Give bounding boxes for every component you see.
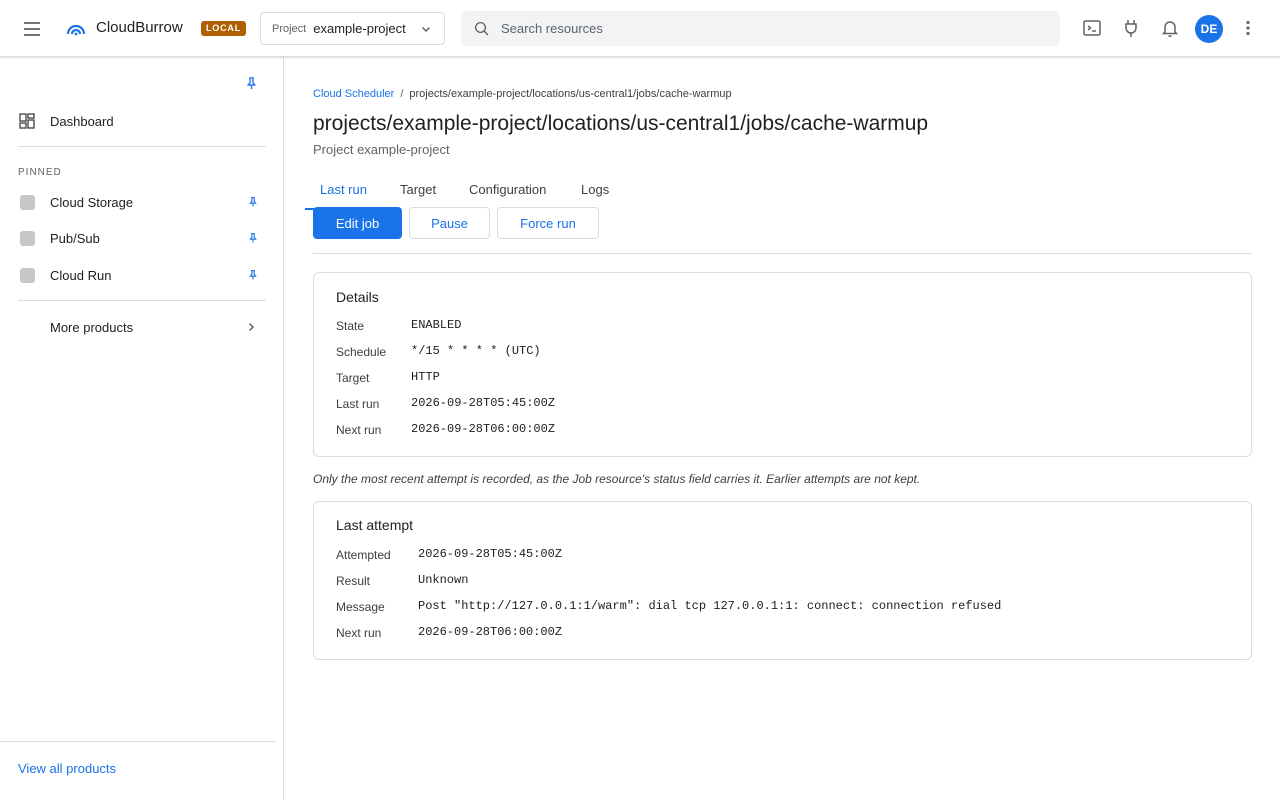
sidebar-item-cloud-storage[interactable]: Cloud Storage	[0, 187, 284, 217]
product-icon	[20, 267, 35, 283]
sidebar-item-label: Dashboard	[50, 113, 114, 129]
pin-icon[interactable]	[247, 232, 259, 244]
tab-logs[interactable]: Logs	[581, 182, 609, 197]
sidebar-item-label: Pub/Sub	[50, 230, 100, 246]
attempt-value: Unknown	[418, 573, 469, 587]
chevron-down-icon	[421, 26, 431, 33]
menu-icon[interactable]	[20, 17, 44, 41]
detail-key: State	[336, 319, 365, 333]
bell-icon[interactable]	[1159, 17, 1181, 39]
breadcrumb: Cloud Scheduler / projects/example-project…	[313, 88, 732, 100]
tab-configuration[interactable]: Configuration	[469, 182, 546, 197]
pin-icon[interactable]	[247, 196, 259, 208]
top-bar: CloudBurrow LOCAL Project example-projec…	[0, 0, 1280, 57]
chevron-right-icon	[248, 322, 255, 332]
sidebar: Dashboard PINNED Cloud Storage Pub/Sub C…	[0, 57, 284, 800]
edit-job-button[interactable]: Edit job	[313, 207, 402, 239]
sidebar-item-label: Cloud Run	[50, 267, 112, 283]
page-title: projects/example-project/locations/us-ce…	[313, 112, 929, 135]
plug-icon[interactable]	[1120, 17, 1142, 39]
detail-value: HTTP	[411, 370, 440, 384]
env-badge: LOCAL	[201, 21, 246, 36]
product-icon	[20, 230, 35, 246]
detail-value: 2026-09-28T06:00:00Z	[411, 422, 556, 436]
breadcrumb-current: projects/example-project/locations/us-ce…	[409, 88, 732, 100]
logo-icon	[66, 24, 86, 36]
pinned-heading: PINNED	[18, 167, 62, 178]
sidebar-item-pubsub[interactable]: Pub/Sub	[0, 223, 284, 253]
breadcrumb-separator: /	[400, 88, 404, 100]
attempt-value: Post "http://127.0.0.1:1/warm": dial tcp…	[418, 599, 1002, 613]
search-bar	[461, 11, 1060, 46]
last-attempt-heading: Last attempt	[336, 517, 414, 533]
last-attempt-card: Last attempt Attempted 2026-09-28T05:45:…	[313, 501, 1252, 660]
attempt-key: Attempted	[336, 548, 391, 562]
attempt-key: Result	[336, 574, 371, 588]
breadcrumb-cloud-scheduler[interactable]: Cloud Scheduler	[313, 88, 394, 100]
attempt-key: Message	[336, 600, 385, 614]
project-picker[interactable]: Project example-project	[260, 12, 445, 45]
view-all-section: View all products	[0, 741, 276, 800]
detail-value: ENABLED	[411, 318, 462, 332]
terminal-icon[interactable]	[1081, 17, 1103, 39]
attempt-value: 2026-09-28T06:00:00Z	[418, 625, 563, 639]
pin-icon[interactable]	[247, 269, 259, 281]
sidebar-divider	[18, 146, 266, 147]
view-all-products-link[interactable]: View all products	[18, 761, 116, 776]
project-picker-label: Project	[272, 22, 307, 35]
sidebar-item-cloud-run[interactable]: Cloud Run	[0, 260, 284, 290]
detail-key: Last run	[336, 397, 380, 411]
attempt-value: 2026-09-28T05:45:00Z	[418, 547, 563, 561]
detail-value: */15 * * * * (UTC)	[411, 344, 541, 358]
pin-icon[interactable]	[244, 76, 259, 91]
page-subtitle: Project example-project	[313, 142, 450, 157]
tab-last-run[interactable]: Last run	[320, 182, 367, 197]
attempt-key: Next run	[336, 626, 382, 640]
search-icon	[474, 21, 489, 35]
details-card: Details State ENABLED Schedule */15 * * …	[313, 272, 1252, 457]
attempt-note: Only the most recent attempt is recorded…	[313, 472, 921, 486]
user-avatar[interactable]: DE	[1195, 15, 1223, 43]
pause-button[interactable]: Pause	[409, 207, 490, 239]
detail-value: 2026-09-28T05:45:00Z	[411, 396, 556, 410]
grid-icon	[19, 113, 35, 129]
sidebar-item-dashboard[interactable]: Dashboard	[0, 106, 284, 136]
sidebar-item-label: Cloud Storage	[50, 194, 134, 210]
details-heading: Details	[336, 289, 379, 305]
sidebar-item-label: More products	[50, 319, 134, 335]
search-input[interactable]	[501, 21, 1041, 36]
kebab-icon[interactable]	[1238, 18, 1258, 38]
sidebar-divider	[18, 300, 266, 301]
project-picker-value: example-project	[313, 21, 406, 36]
force-run-button[interactable]: Force run	[497, 207, 599, 239]
brand-name: CloudBurrow	[96, 19, 183, 36]
detail-key: Next run	[336, 423, 382, 437]
detail-key: Target	[336, 371, 370, 385]
sidebar-item-more-products[interactable]: More products	[0, 312, 284, 342]
tab-target[interactable]: Target	[400, 182, 436, 197]
detail-key: Schedule	[336, 345, 387, 359]
section-divider	[313, 253, 1252, 254]
product-icon	[20, 194, 35, 210]
